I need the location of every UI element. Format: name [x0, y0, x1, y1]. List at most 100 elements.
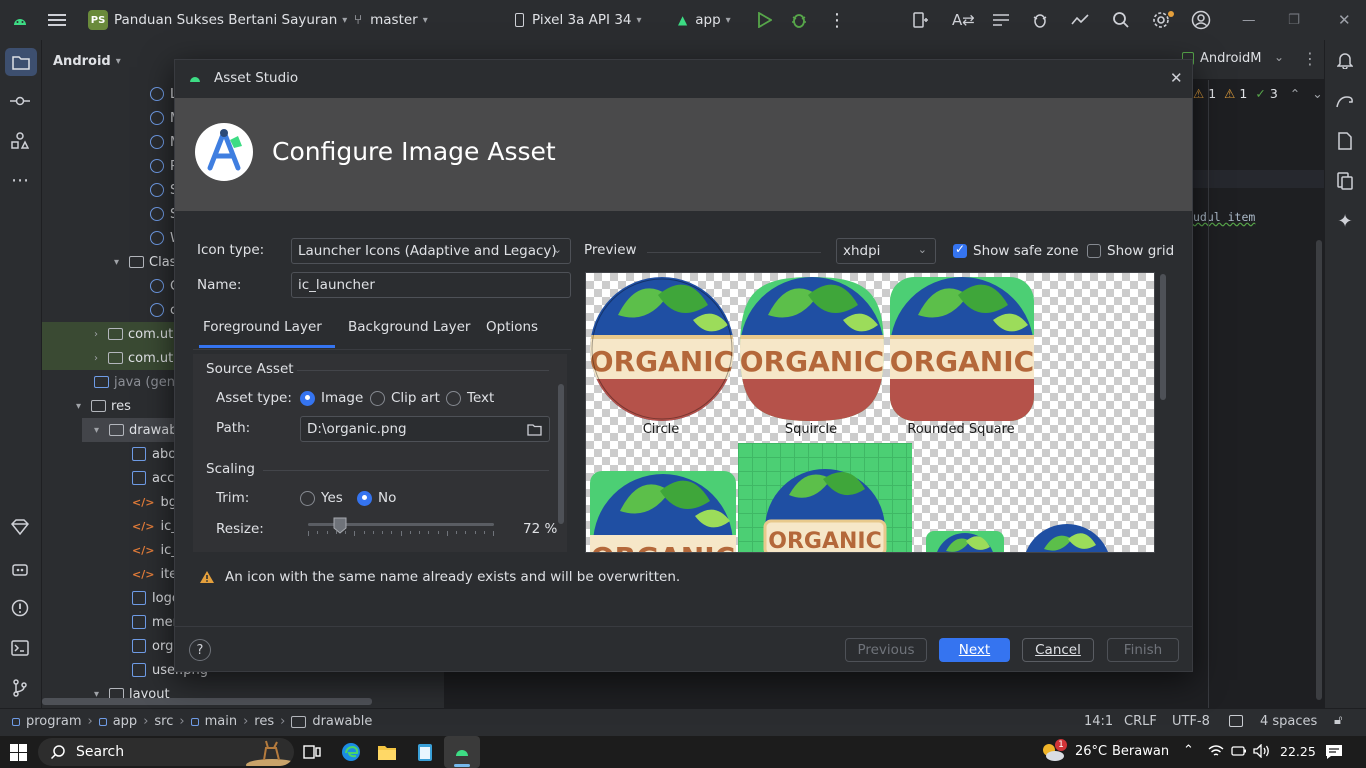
run-config-selector[interactable]: ▲ app ▾	[678, 0, 731, 40]
asset-type-text-radio[interactable]: Text	[446, 390, 494, 406]
tab-androidmanifest[interactable]: AndroidM	[1182, 51, 1261, 66]
breadcrumb-item[interactable]: drawable	[312, 714, 372, 729]
tabs-dropdown-icon[interactable]: ⌄	[1274, 50, 1284, 64]
trim-no-radio[interactable]: No	[357, 490, 396, 506]
tree-row[interactable]: ▾ res	[76, 394, 131, 418]
sync-gradle-icon[interactable]	[1070, 0, 1090, 40]
breadcrumb-item[interactable]: res	[254, 714, 274, 729]
chevron-up-icon[interactable]: ⌃	[1290, 86, 1300, 101]
volume-icon[interactable]	[1253, 743, 1271, 762]
temperature[interactable]: 26°C	[1075, 744, 1107, 759]
icon-type-select[interactable]: Launcher Icons (Adaptive and Legacy) ⌄	[291, 238, 571, 264]
gradle-icon[interactable]	[1333, 89, 1357, 113]
tree-row[interactable]: › com.ut	[94, 322, 173, 346]
tree-row[interactable]: java (gene	[94, 370, 183, 394]
tree-row[interactable]: logo	[132, 586, 180, 610]
more-options-icon[interactable]: ⋮	[828, 0, 846, 40]
finish-button[interactable]: Finish	[1107, 638, 1179, 662]
gemini-sparkle-icon[interactable]: ✦	[1333, 209, 1357, 233]
notepad-icon[interactable]	[416, 742, 434, 766]
debug-icon[interactable]	[790, 0, 808, 40]
asset-type-image-radio[interactable]: Image	[300, 390, 363, 406]
terminal-icon[interactable]	[8, 636, 32, 660]
notification-center-icon[interactable]	[1325, 744, 1343, 764]
preview-scrollbar[interactable]	[1158, 272, 1168, 553]
bug-report-icon[interactable]	[1031, 0, 1049, 40]
comment-icon[interactable]	[1229, 715, 1243, 727]
notifications-bell-icon[interactable]	[1333, 48, 1357, 72]
logcat-icon[interactable]	[992, 0, 1010, 40]
search-icon[interactable]	[1112, 0, 1130, 40]
show-grid-checkbox[interactable]: Show grid	[1087, 243, 1174, 259]
breadcrumb-item[interactable]: src	[154, 714, 173, 729]
tree-row[interactable]: › com.ut	[94, 346, 173, 370]
lock-icon[interactable]: 🔓︎	[1334, 713, 1342, 728]
version-control-icon[interactable]	[8, 676, 32, 700]
build-variants-icon[interactable]	[8, 515, 32, 539]
form-scrollbar[interactable]	[558, 384, 564, 524]
task-view-icon[interactable]	[303, 743, 321, 765]
browse-folder-icon[interactable]	[527, 423, 542, 436]
tree-row[interactable]: ▾ drawab	[94, 418, 177, 442]
chevron-down-icon[interactable]: ⌄	[1312, 86, 1322, 101]
project-view-selector[interactable]: Android ▾	[53, 49, 121, 73]
tab-background-layer[interactable]: Background Layer	[348, 319, 470, 335]
project-folder-icon[interactable]	[5, 48, 37, 76]
more-tools-icon[interactable]: ⋯	[8, 168, 32, 192]
commit-icon[interactable]	[8, 89, 32, 113]
indent-setting[interactable]: 4 spaces	[1260, 714, 1317, 729]
line-ending[interactable]: CRLF	[1124, 714, 1157, 729]
branch-selector[interactable]: ⑂ master ▾	[354, 0, 428, 40]
density-select[interactable]: xhdpi ⌄	[836, 238, 936, 264]
file-encoding[interactable]: UTF-8	[1172, 714, 1210, 729]
device-selector[interactable]: Pixel 3a API 34 ▾	[515, 0, 642, 40]
problems-icon[interactable]	[8, 596, 32, 620]
show-hidden-icons-chevron-icon[interactable]: ⌃	[1183, 743, 1194, 758]
path-input[interactable]: D:\organic.png	[300, 416, 550, 442]
resize-slider[interactable]	[308, 517, 494, 539]
project-selector[interactable]: PS Panduan Sukses Bertani Sayuran ▾	[88, 0, 347, 40]
android-studio-taskbar-button[interactable]	[444, 736, 480, 768]
breadcrumb-item[interactable]: program	[26, 714, 82, 729]
file-explorer-icon[interactable]	[377, 743, 397, 765]
breadcrumb-item[interactable]: main	[205, 714, 237, 729]
taskbar-search-box[interactable]: Search	[38, 738, 294, 766]
minimize-window-icon[interactable]: —	[1242, 0, 1256, 40]
wifi-icon[interactable]	[1208, 744, 1224, 762]
device-manager-icon[interactable]	[912, 0, 930, 40]
restore-window-icon[interactable]: ❐	[1288, 0, 1300, 40]
inspection-widget[interactable]: ⚠ 1 ⚠ 1 ✓ 3 ⌃ ⌄	[1193, 86, 1323, 101]
caret-position[interactable]: 14:1	[1084, 714, 1113, 729]
next-button[interactable]: Next	[939, 638, 1010, 662]
tree-row[interactable]: abo	[132, 442, 176, 466]
tree-row[interactable]: ▾ Clas	[114, 250, 176, 274]
show-safe-zone-checkbox[interactable]: Show safe zone	[953, 242, 1079, 259]
settings-gear-icon[interactable]	[1151, 0, 1174, 40]
clock-time[interactable]: 22.25	[1280, 744, 1316, 759]
resource-manager-icon[interactable]	[8, 129, 32, 153]
tree-row[interactable]: mer	[132, 610, 178, 634]
help-button[interactable]: ?	[189, 639, 211, 661]
tabs-more-icon[interactable]: ⋮	[1302, 49, 1318, 68]
tab-foreground-layer[interactable]: Foreground Layer	[203, 319, 322, 335]
tree-row[interactable]: acc	[132, 466, 174, 490]
tab-options[interactable]: Options	[486, 319, 538, 335]
trim-yes-radio[interactable]: Yes	[300, 490, 343, 506]
cancel-button[interactable]: Cancel	[1022, 638, 1094, 662]
emulator-icon[interactable]	[1333, 169, 1357, 193]
breadcrumb-item[interactable]: app	[113, 714, 137, 729]
previous-button[interactable]: Previous	[845, 638, 927, 662]
close-window-icon[interactable]: ✕	[1338, 0, 1351, 40]
account-icon[interactable]	[1191, 0, 1211, 40]
edge-browser-icon[interactable]	[341, 742, 361, 766]
run-icon[interactable]	[758, 0, 772, 40]
translate-icon[interactable]: A⇄	[952, 0, 975, 40]
battery-icon[interactable]	[1231, 744, 1247, 762]
horizontal-scrollbar[interactable]	[42, 698, 444, 705]
weather-condition[interactable]: Berawan	[1112, 744, 1169, 759]
device-file-explorer-icon[interactable]	[1333, 129, 1357, 153]
close-dialog-icon[interactable]: ✕	[1170, 69, 1183, 87]
windows-start-icon[interactable]	[10, 744, 27, 765]
hamburger-menu-icon[interactable]	[48, 0, 66, 40]
app-inspection-icon[interactable]	[8, 557, 32, 581]
